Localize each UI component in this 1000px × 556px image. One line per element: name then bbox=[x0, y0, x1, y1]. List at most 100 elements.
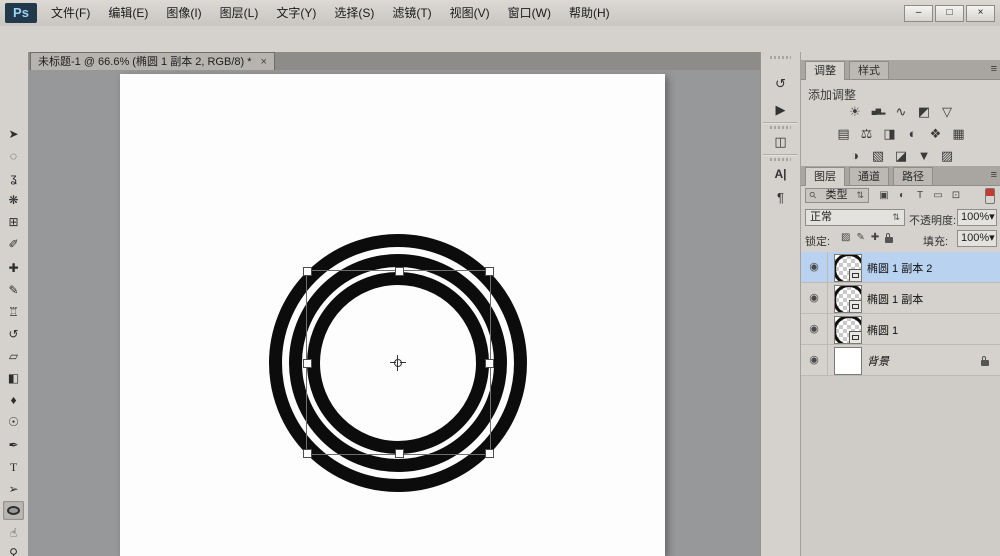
tool-crop[interactable]: ⊞ bbox=[3, 213, 24, 232]
transform-handle-w[interactable] bbox=[303, 358, 312, 368]
tab-adjustments[interactable]: 调整 bbox=[805, 61, 845, 80]
tab-styles[interactable]: 样式 bbox=[849, 61, 889, 79]
layer-row-ellipse-1-copy[interactable]: ◉ 椭圆 1 副本 bbox=[801, 283, 1000, 314]
transform-center-point[interactable] bbox=[390, 355, 406, 371]
lock-image-pixels-icon[interactable]: ✎ bbox=[856, 231, 864, 245]
menu-select[interactable]: 选择(S) bbox=[325, 0, 383, 26]
tool-hand[interactable]: ☝ bbox=[3, 524, 24, 543]
filter-pixel-layers-icon[interactable]: ▣ bbox=[877, 188, 891, 203]
maximize-button[interactable]: □ bbox=[935, 5, 964, 22]
tool-ellipse-shape[interactable] bbox=[3, 501, 24, 520]
tool-elliptical-marquee[interactable]: ◌ bbox=[3, 147, 24, 166]
tool-move[interactable]: ➤ bbox=[3, 125, 24, 144]
blend-mode-select[interactable]: 正常 ⇅ bbox=[805, 209, 905, 226]
transform-handle-nw[interactable] bbox=[303, 267, 312, 276]
tool-gradient[interactable]: ◧ bbox=[3, 369, 24, 388]
channel-mixer-icon[interactable]: ❖ bbox=[928, 126, 944, 142]
color-balance-icon[interactable]: ⚖ bbox=[859, 126, 875, 142]
menu-image[interactable]: 图像(I) bbox=[157, 0, 210, 26]
filter-type-layers-icon[interactable]: T bbox=[913, 188, 927, 203]
history-panel-icon[interactable]: ↺ bbox=[767, 74, 794, 94]
tab-paths[interactable]: 路径 bbox=[893, 167, 933, 185]
tab-close-icon[interactable]: × bbox=[261, 54, 267, 70]
menu-filter[interactable]: 滤镜(T) bbox=[383, 0, 440, 26]
tool-eyedropper[interactable]: ✐ bbox=[3, 235, 24, 254]
document-canvas[interactable] bbox=[120, 74, 665, 556]
tool-spot-healing-brush[interactable]: ✚ bbox=[3, 259, 24, 278]
gradient-map-icon[interactable]: ▨ bbox=[939, 148, 955, 164]
tool-dodge[interactable]: ☉ bbox=[3, 413, 24, 432]
menu-help[interactable]: 帮助(H) bbox=[560, 0, 619, 26]
layer-name[interactable]: 椭圆 1 副本 bbox=[867, 291, 923, 307]
panel-menu-icon[interactable]: ≡ bbox=[991, 169, 997, 181]
threshold-icon[interactable]: ◪ bbox=[893, 148, 909, 164]
color-lookup-icon[interactable]: ▦ bbox=[951, 126, 967, 142]
lock-transparent-pixels-icon[interactable]: ▨ bbox=[841, 231, 850, 245]
exposure-icon[interactable]: ◩ bbox=[916, 104, 932, 120]
tool-pen[interactable]: ✒ bbox=[3, 436, 24, 455]
transform-handle-e[interactable] bbox=[485, 358, 494, 368]
opacity-field[interactable]: 100% ▾ bbox=[957, 209, 997, 226]
tool-path-selection[interactable]: ➢ bbox=[3, 480, 24, 499]
filter-shape-layers-icon[interactable]: ▭ bbox=[931, 188, 945, 203]
layer-filter-toggle[interactable] bbox=[985, 188, 995, 204]
selective-color-icon[interactable]: ▼ bbox=[916, 148, 932, 164]
fill-field[interactable]: 100% ▾ bbox=[957, 230, 997, 247]
visibility-eye-icon[interactable]: ◉ bbox=[801, 345, 828, 375]
curves-icon[interactable]: ∿ bbox=[893, 104, 909, 120]
minimize-button[interactable]: – bbox=[904, 5, 933, 22]
visibility-eye-icon[interactable]: ◉ bbox=[801, 283, 828, 313]
tool-type[interactable]: T bbox=[3, 458, 24, 477]
layer-row-background[interactable]: ◉ 背景 bbox=[801, 345, 1000, 376]
layer-name[interactable]: 背景 bbox=[867, 353, 889, 369]
tool-blur[interactable]: ♦ bbox=[3, 391, 24, 410]
transform-handle-s[interactable] bbox=[394, 449, 404, 458]
tab-channels[interactable]: 通道 bbox=[849, 167, 889, 185]
menu-file[interactable]: 文件(F) bbox=[42, 0, 99, 26]
lock-all-icon[interactable] bbox=[885, 233, 894, 243]
tool-lasso[interactable]: ʓ bbox=[3, 169, 24, 188]
layer-thumbnail[interactable] bbox=[834, 285, 862, 313]
invert-icon[interactable]: ◑ bbox=[847, 148, 863, 164]
properties-panel-icon[interactable]: ◫ bbox=[767, 132, 794, 152]
layer-name[interactable]: 椭圆 1 副本 2 bbox=[867, 260, 932, 276]
tool-zoom[interactable]: ⚲ bbox=[3, 544, 24, 556]
layer-thumbnail[interactable] bbox=[834, 254, 862, 282]
photo-filter-icon[interactable]: ◐ bbox=[905, 126, 921, 142]
menu-type[interactable]: 文字(Y) bbox=[267, 0, 325, 26]
menu-view[interactable]: 视图(V) bbox=[441, 0, 499, 26]
transform-handle-n[interactable] bbox=[394, 267, 404, 276]
tab-layers[interactable]: 图层 bbox=[805, 167, 845, 186]
transform-handle-sw[interactable] bbox=[303, 449, 312, 458]
layer-thumbnail[interactable] bbox=[834, 316, 862, 344]
black-white-icon[interactable]: ◨ bbox=[882, 126, 898, 142]
tool-clone-stamp[interactable]: ♖ bbox=[3, 303, 24, 322]
layer-thumbnail[interactable] bbox=[834, 347, 862, 375]
visibility-eye-icon[interactable]: ◉ bbox=[801, 252, 828, 282]
layer-name[interactable]: 椭圆 1 bbox=[867, 322, 898, 338]
posterize-icon[interactable]: ▧ bbox=[870, 148, 886, 164]
layer-row-ellipse-1-copy-2[interactable]: ◉ 椭圆 1 副本 2 bbox=[801, 252, 1000, 283]
transform-handle-ne[interactable] bbox=[485, 267, 494, 276]
transform-handle-se[interactable] bbox=[485, 449, 494, 458]
tool-quick-selection[interactable]: ❋ bbox=[3, 191, 24, 210]
menu-edit[interactable]: 编辑(E) bbox=[99, 0, 157, 26]
tool-history-brush[interactable]: ↺ bbox=[3, 325, 24, 344]
tool-eraser[interactable]: ▱ bbox=[3, 347, 24, 366]
levels-icon[interactable]: ▄▆▂ bbox=[870, 104, 886, 120]
lock-position-icon[interactable]: ✚ bbox=[871, 231, 879, 245]
paragraph-panel-icon[interactable]: ¶ bbox=[767, 188, 794, 208]
panel-menu-icon[interactable]: ≡ bbox=[991, 63, 997, 75]
actions-panel-icon[interactable]: ▶ bbox=[767, 100, 794, 120]
document-tab[interactable]: 未标题-1 @ 66.6% (椭圆 1 副本 2, RGB/8) * × bbox=[30, 52, 275, 70]
filter-adjustment-layers-icon[interactable]: ◐ bbox=[895, 188, 909, 203]
layer-filter-type-select[interactable]: ⚲ 类型 ⇅ bbox=[805, 188, 869, 203]
close-button[interactable]: × bbox=[966, 5, 995, 22]
filter-smart-objects-icon[interactable]: ⊡ bbox=[949, 188, 963, 203]
hue-saturation-icon[interactable]: ▤ bbox=[836, 126, 852, 142]
visibility-eye-icon[interactable]: ◉ bbox=[801, 314, 828, 344]
vibrance-icon[interactable]: ▽ bbox=[939, 104, 955, 120]
tool-brush[interactable]: ✎ bbox=[3, 281, 24, 300]
menu-window[interactable]: 窗口(W) bbox=[499, 0, 560, 26]
character-panel-icon[interactable]: A| bbox=[767, 164, 794, 184]
